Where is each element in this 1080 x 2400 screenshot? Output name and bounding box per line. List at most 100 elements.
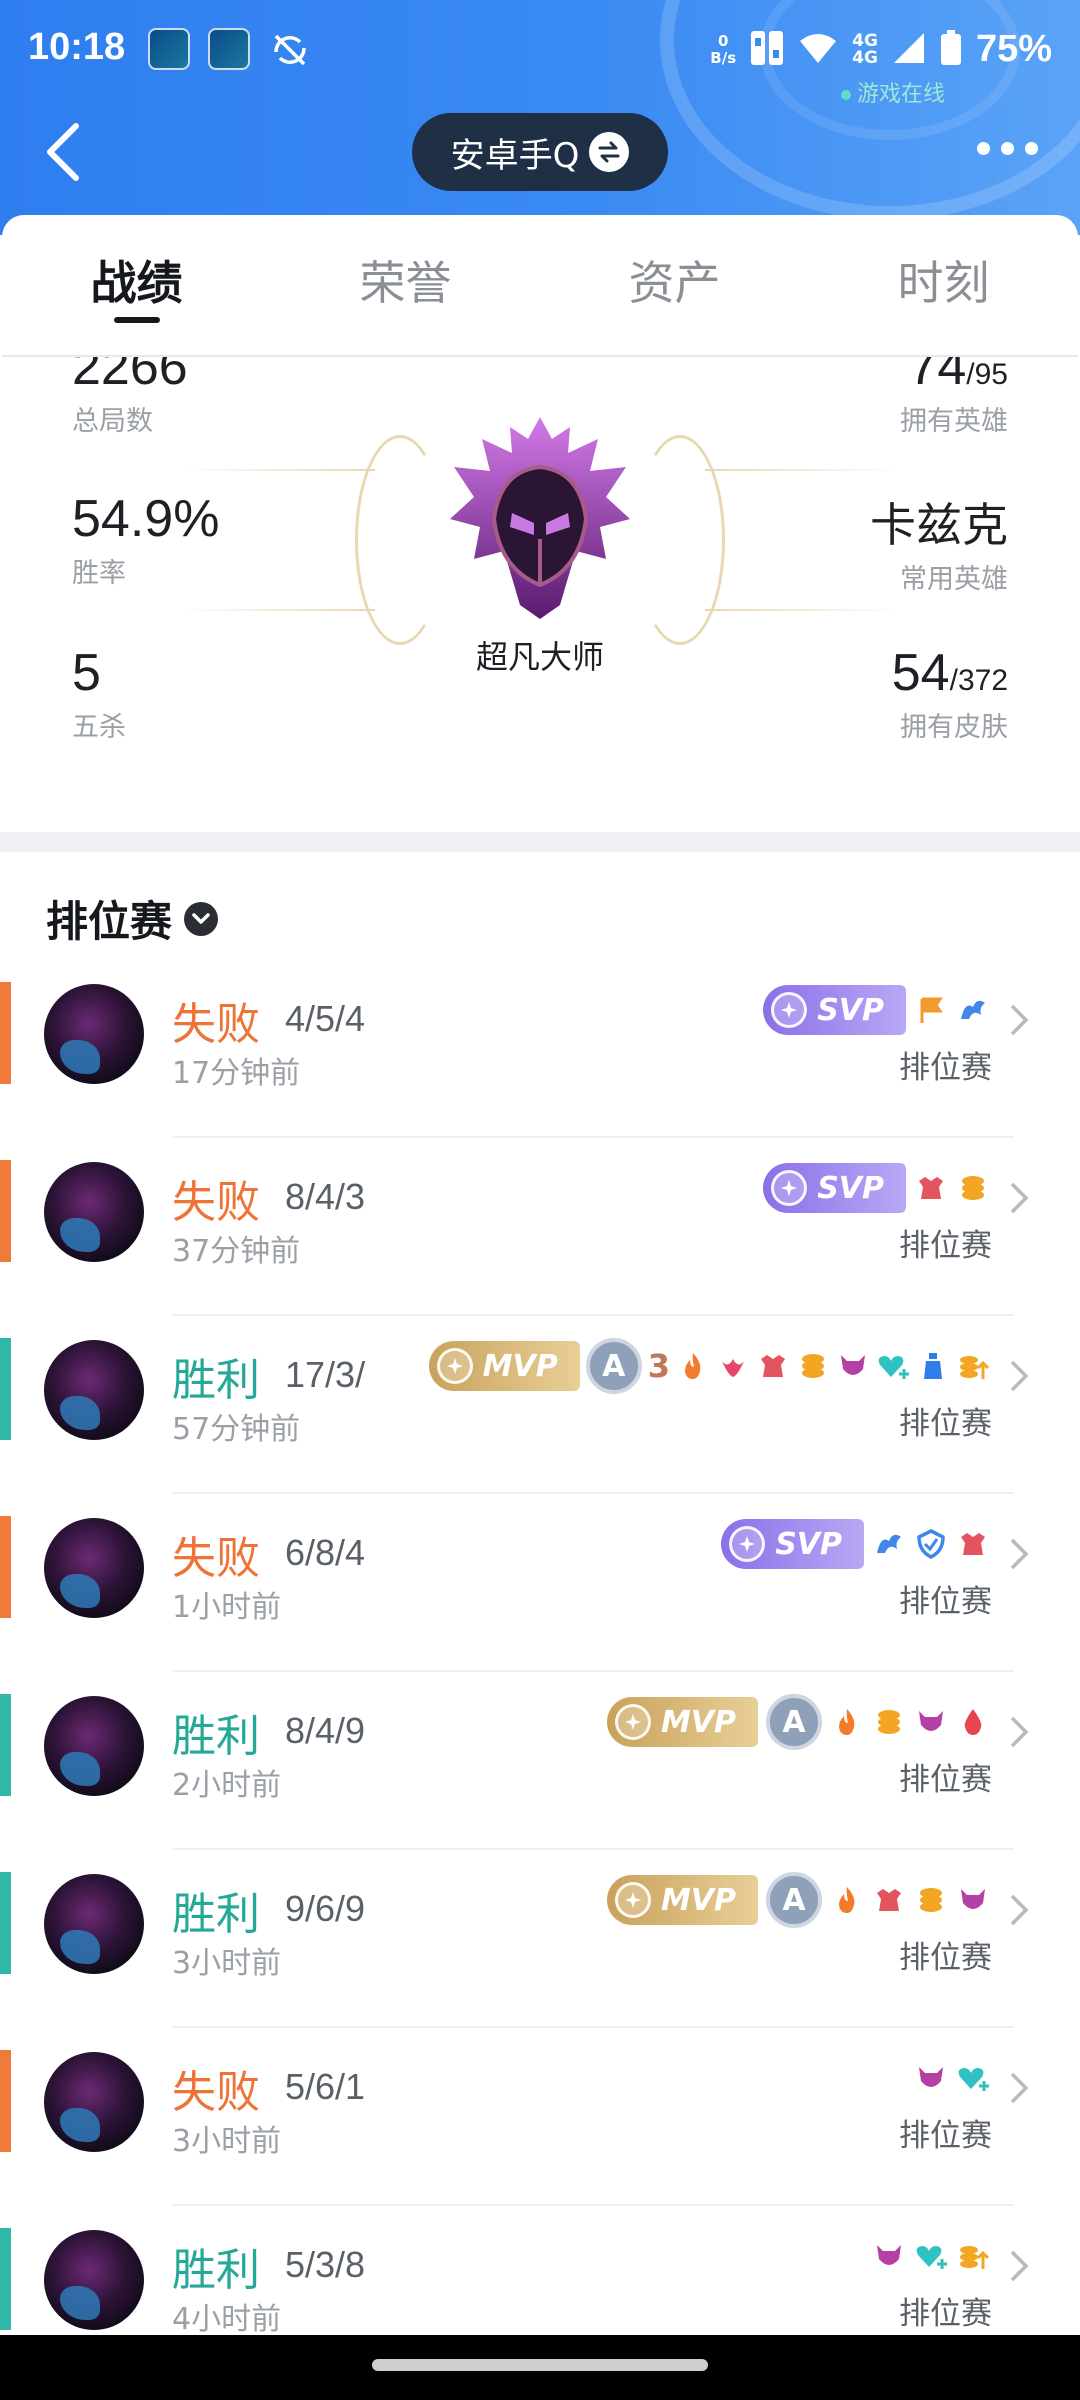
stat-value: 74	[908, 357, 967, 396]
chevron-right-icon	[1010, 1004, 1029, 1036]
wave-icon	[956, 993, 990, 1027]
match-badges: MVP A 3	[428, 1336, 990, 1396]
stat-label: 胜率	[72, 558, 126, 589]
match-result: 失败	[172, 1177, 260, 1228]
medal-icon	[729, 1526, 766, 1562]
chevron-right-icon	[1010, 1716, 1029, 1748]
match-time: 37分钟前	[172, 1234, 301, 1269]
hero-avatar	[44, 1518, 144, 1618]
svp-badge: SVP	[721, 1519, 864, 1569]
match-badges	[872, 2226, 990, 2286]
match-result: 胜利	[172, 2245, 260, 2296]
match-badges: SVP	[721, 1514, 990, 1574]
match-time: 57分钟前	[172, 1412, 301, 1447]
match-row[interactable]: 胜利 17/3/ 57分钟前 MVP A 3 排位赛	[0, 1316, 1080, 1494]
match-row[interactable]: 失败 4/5/4 17分钟前 SVP 排位赛	[0, 960, 1080, 1138]
rank-name: 超凡大师	[475, 638, 604, 676]
match-kda: 9/6/9	[285, 1888, 366, 1929]
chevron-right-icon	[1010, 2250, 1029, 2282]
triple-kill-badge: 3	[647, 1347, 670, 1385]
svp-label: SVP	[775, 1526, 842, 1562]
stat-label: 拥有英雄	[900, 406, 1008, 437]
app-header: 10:18 0 B/s 4G 4G 75% 游戏在线 安卓手Q	[0, 0, 1080, 235]
svp-label: SVP	[817, 992, 884, 1028]
match-row[interactable]: 胜利 9/6/9 3小时前 MVP A 排位赛	[0, 1850, 1080, 2028]
coins-icon	[914, 1883, 948, 1917]
home-indicator[interactable]	[372, 2359, 708, 2371]
flag-icon	[914, 993, 948, 1027]
hd-icon	[750, 30, 784, 70]
stat-heroes: 74/95 拥有英雄	[900, 357, 1008, 438]
mvp-label: MVP	[482, 1348, 558, 1384]
demon-icon	[872, 2239, 906, 2273]
more-dot-icon	[977, 142, 990, 155]
tower-icon	[872, 1883, 906, 1917]
wave-icon	[872, 1527, 906, 1561]
demon-icon	[836, 1349, 870, 1383]
match-kda: 8/4/3	[285, 1176, 366, 1217]
match-mode: 排位赛	[899, 1406, 992, 1442]
result-indicator	[0, 1694, 11, 1796]
fire-icon	[830, 1705, 864, 1739]
demon-icon	[956, 1883, 990, 1917]
match-time: 3小时前	[172, 1946, 282, 1981]
heart-plus-icon	[956, 2061, 990, 2095]
wifi-icon	[798, 31, 838, 69]
system-icons: 0 B/s 4G 4G 75%	[710, 28, 1052, 71]
stat-label: 总局数	[72, 406, 153, 437]
battery-percent: 75%	[975, 28, 1052, 70]
network-label: 4G	[852, 30, 878, 51]
online-dot	[840, 90, 851, 100]
match-time: 17分钟前	[172, 1056, 301, 1091]
result-indicator	[0, 2228, 11, 2330]
match-row[interactable]: 胜利 8/4/9 2小时前 MVP A 排位赛	[0, 1672, 1080, 1850]
tab-honor[interactable]: 荣誉	[271, 215, 540, 355]
navigation-bar	[0, 2335, 1080, 2400]
hero-avatar	[44, 1874, 144, 1974]
hero-avatar	[44, 984, 144, 1084]
stat-win-rate: 54.9% 胜率	[72, 489, 219, 590]
match-row[interactable]: 失败 8/4/3 37分钟前 SVP 排位赛	[0, 1138, 1080, 1316]
more-menu-button[interactable]	[977, 142, 1038, 155]
match-mode: 排位赛	[899, 1940, 992, 1976]
chevron-right-icon	[1010, 2072, 1029, 2104]
tab-record[interactable]: 战绩	[2, 215, 271, 355]
match-time: 4小时前	[172, 2302, 282, 2337]
medal-icon	[771, 992, 808, 1028]
match-badges: MVP A	[606, 1692, 990, 1752]
app-notification-icon	[148, 28, 190, 70]
account-name: 安卓手Q	[450, 135, 580, 176]
result-indicator	[0, 1516, 11, 1618]
svp-badge: SVP	[763, 985, 906, 1035]
hero-avatar	[44, 1162, 144, 1262]
deco-line	[180, 469, 375, 471]
result-indicator	[0, 1872, 11, 1974]
chevron-right-icon	[1010, 1182, 1029, 1214]
match-result: 失败	[172, 999, 260, 1050]
chevron-right-icon	[1010, 1360, 1029, 1392]
hero-avatar	[44, 2052, 144, 2152]
back-button[interactable]	[42, 122, 86, 182]
match-kda: 4/5/4	[285, 998, 366, 1039]
match-mode: 排位赛	[899, 2296, 992, 2332]
match-result: 胜利	[172, 1889, 260, 1940]
shield-icon	[914, 1527, 948, 1561]
tab-moments[interactable]: 时刻	[809, 215, 1078, 355]
match-row[interactable]: 失败 5/6/1 3小时前 排位赛	[0, 2028, 1080, 2206]
signal-icon	[892, 31, 926, 69]
coins-icon	[796, 1349, 830, 1383]
tab-assets[interactable]: 资产	[540, 215, 809, 355]
match-row[interactable]: 失败 6/8/4 1小时前 SVP 排位赛	[0, 1494, 1080, 1672]
claw-icon	[716, 1349, 750, 1383]
match-badges: SVP	[763, 980, 990, 1040]
grade-badge: A	[766, 1694, 822, 1750]
chevron-right-icon	[1010, 1538, 1029, 1570]
stat-label: 常用英雄	[900, 564, 1008, 595]
account-switcher[interactable]: 安卓手Q	[412, 113, 668, 191]
match-result: 失败	[172, 2067, 260, 2118]
match-mode: 排位赛	[899, 1050, 992, 1086]
stat-main-hero: 卡兹克 常用英雄	[870, 489, 1008, 596]
queue-filter-dropdown[interactable]: 排位赛	[46, 888, 219, 949]
demon-icon	[914, 2061, 948, 2095]
match-kda: 5/6/1	[285, 2066, 366, 2107]
